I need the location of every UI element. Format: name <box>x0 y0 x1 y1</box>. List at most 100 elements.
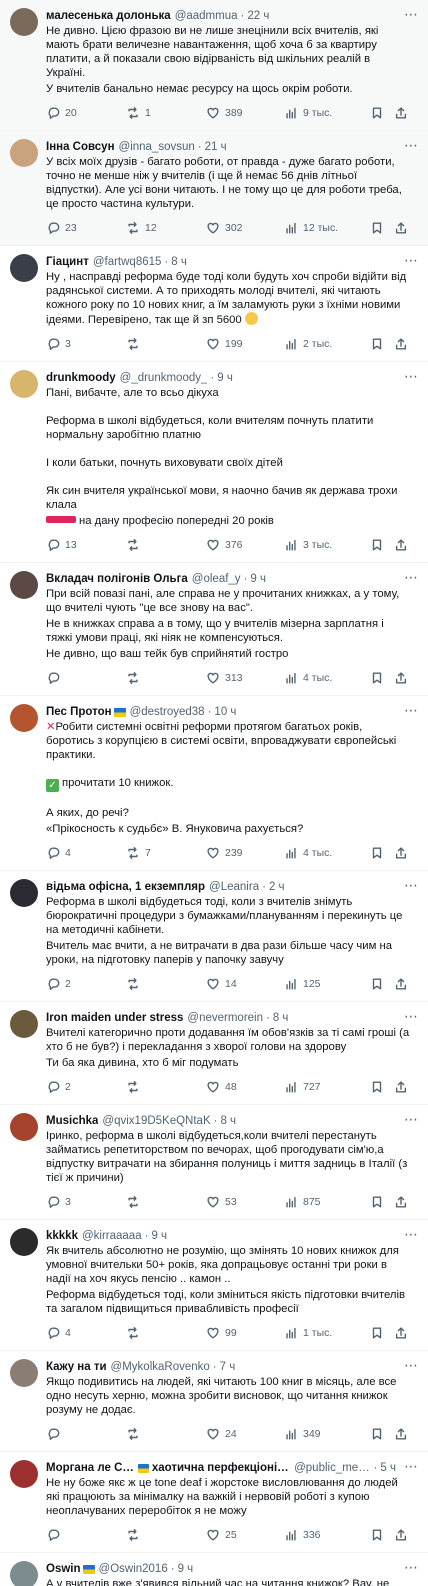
reply-button[interactable]: 4 <box>46 1326 126 1340</box>
author-name[interactable]: Інна Совсун <box>46 139 115 155</box>
like-button[interactable]: 239 <box>206 846 284 860</box>
reply-button[interactable]: 4 <box>46 846 126 860</box>
author-name[interactable]: Пес Протон <box>46 704 112 720</box>
author-name[interactable]: Моргана ле Слей <box>46 1460 136 1476</box>
tweet[interactable]: Моргана ле Слей хаотична перфекціоністка @… <box>0 1452 428 1553</box>
bookmark-button[interactable] <box>370 977 394 991</box>
more-icon[interactable]: ⋯ <box>402 703 420 720</box>
avatar[interactable] <box>10 1228 38 1256</box>
reply-button[interactable] <box>46 671 126 685</box>
tweet[interactable]: відьма офісна, 1 екземпляр @Leanira · 2 ч ⋯ Р… <box>0 871 428 1002</box>
tweet[interactable]: Пес Протон @destroyed38 · 10 ч ⋯ ✕Робити сист… <box>0 696 428 871</box>
timestamp[interactable]: 7 ч <box>220 1359 236 1375</box>
like-button[interactable]: 99 <box>206 1326 284 1340</box>
share-button[interactable] <box>394 671 412 685</box>
views-button[interactable]: 875 <box>284 1195 370 1209</box>
timestamp[interactable]: 22 ч <box>247 8 269 24</box>
views-button[interactable]: 4 тыс. <box>284 671 370 685</box>
like-button[interactable]: 25 <box>206 1528 284 1542</box>
avatar[interactable] <box>10 370 38 398</box>
author-handle[interactable]: @aadmmua <box>175 8 238 24</box>
share-button[interactable] <box>394 1427 412 1441</box>
author-name[interactable]: kkkkk <box>46 1228 78 1244</box>
author-name-suffix[interactable]: хаотична перфекціоністка <box>152 1460 290 1476</box>
author-handle[interactable]: @oleaf_y <box>192 571 241 587</box>
bookmark-button[interactable] <box>370 1528 394 1542</box>
views-button[interactable]: 1 тыс. <box>284 1326 370 1340</box>
reply-button[interactable]: 13 <box>46 538 126 552</box>
reply-button[interactable]: 3 <box>46 337 126 351</box>
repost-button[interactable] <box>126 1195 206 1209</box>
author-handle[interactable]: @qvix19D5KeQNtaK <box>102 1113 210 1129</box>
tweet[interactable]: Вкладач полігонів Ольга @oleaf_y · 9 ч ⋯ При … <box>0 563 428 696</box>
author-handle[interactable]: @Leanira <box>209 879 259 895</box>
views-button[interactable]: 727 <box>284 1080 370 1094</box>
tweet[interactable]: Iron maiden under stress @nevermorein · 8 ч… <box>0 1002 428 1105</box>
bookmark-button[interactable] <box>370 1326 394 1340</box>
more-icon[interactable]: ⋯ <box>402 369 420 386</box>
repost-button[interactable] <box>126 1427 206 1441</box>
author-handle[interactable]: @destroyed38 <box>130 704 205 720</box>
avatar[interactable] <box>10 1561 38 1586</box>
author-name[interactable]: Кажу на ти <box>46 1359 107 1375</box>
share-button[interactable] <box>394 337 412 351</box>
repost-button[interactable] <box>126 337 206 351</box>
tweet[interactable]: малесенька долонька @aadmmua · 22 ч ⋯ Не дивн… <box>0 0 428 131</box>
author-name[interactable]: Гіацинт <box>46 254 89 270</box>
more-icon[interactable]: ⋯ <box>402 253 420 270</box>
bookmark-button[interactable] <box>370 1080 394 1094</box>
author-name[interactable]: drunkmoody <box>46 370 116 386</box>
like-button[interactable]: 313 <box>206 671 284 685</box>
more-icon[interactable]: ⋯ <box>402 1560 420 1577</box>
reply-button[interactable]: 3 <box>46 1195 126 1209</box>
avatar[interactable] <box>10 139 38 167</box>
tweet[interactable]: Гіацинт @fartwq8615 · 8 ч ⋯ Ну , насправді ре… <box>0 246 428 362</box>
views-button[interactable]: 4 тыс. <box>284 846 370 860</box>
reply-button[interactable]: 2 <box>46 1080 126 1094</box>
reply-button[interactable]: 20 <box>46 106 126 120</box>
like-button[interactable]: 389 <box>206 106 284 120</box>
avatar[interactable] <box>10 879 38 907</box>
views-button[interactable]: 3 тыс. <box>284 538 370 552</box>
timestamp[interactable]: 21 ч <box>205 139 227 155</box>
avatar[interactable] <box>10 254 38 282</box>
author-handle[interactable]: @fartwq8615 <box>93 254 162 270</box>
more-icon[interactable]: ⋯ <box>402 7 420 24</box>
share-button[interactable] <box>394 221 412 235</box>
repost-button[interactable] <box>126 1326 206 1340</box>
timestamp[interactable]: 9 ч <box>217 370 233 386</box>
repost-button[interactable]: 12 <box>126 221 206 235</box>
like-button[interactable]: 53 <box>206 1195 284 1209</box>
more-icon[interactable]: ⋯ <box>402 138 420 155</box>
author-handle[interactable]: @public_mental <box>294 1460 370 1476</box>
like-button[interactable]: 302 <box>206 221 284 235</box>
tweet[interactable]: Musichka @qvix19D5KeQNtaK · 8 ч ⋯ Іринко, реф… <box>0 1105 428 1220</box>
share-button[interactable] <box>394 1326 412 1340</box>
author-name[interactable]: Musichka <box>46 1113 98 1129</box>
views-button[interactable]: 9 тыс. <box>284 106 370 120</box>
avatar[interactable] <box>10 704 38 732</box>
timestamp[interactable]: 2 ч <box>269 879 285 895</box>
avatar[interactable] <box>10 1460 38 1488</box>
share-button[interactable] <box>394 106 412 120</box>
bookmark-button[interactable] <box>370 846 394 860</box>
timestamp[interactable]: 8 ч <box>220 1113 236 1129</box>
views-button[interactable]: 12 тыс. <box>284 221 370 235</box>
like-button[interactable]: 48 <box>206 1080 284 1094</box>
more-icon[interactable]: ⋯ <box>402 570 420 587</box>
bookmark-button[interactable] <box>370 1195 394 1209</box>
tweet[interactable]: Інна Совсун @inna_sovsun · 21 ч ⋯ У всіх моїх… <box>0 131 428 246</box>
author-name[interactable]: Oswin <box>46 1561 81 1577</box>
reply-button[interactable] <box>46 1427 126 1441</box>
author-name[interactable]: малесенька долонька <box>46 8 171 24</box>
author-handle[interactable]: @MykolkaRovenko <box>111 1359 210 1375</box>
share-button[interactable] <box>394 846 412 860</box>
author-name[interactable]: відьма офісна, 1 екземпляр <box>46 879 205 895</box>
repost-button[interactable] <box>126 1528 206 1542</box>
author-handle[interactable]: @nevermorein <box>187 1010 263 1026</box>
timestamp[interactable]: 5 ч <box>380 1460 396 1476</box>
like-button[interactable]: 376 <box>206 538 284 552</box>
bookmark-button[interactable] <box>370 1427 394 1441</box>
timestamp[interactable]: 9 ч <box>178 1561 194 1577</box>
timestamp[interactable]: 8 ч <box>273 1010 289 1026</box>
